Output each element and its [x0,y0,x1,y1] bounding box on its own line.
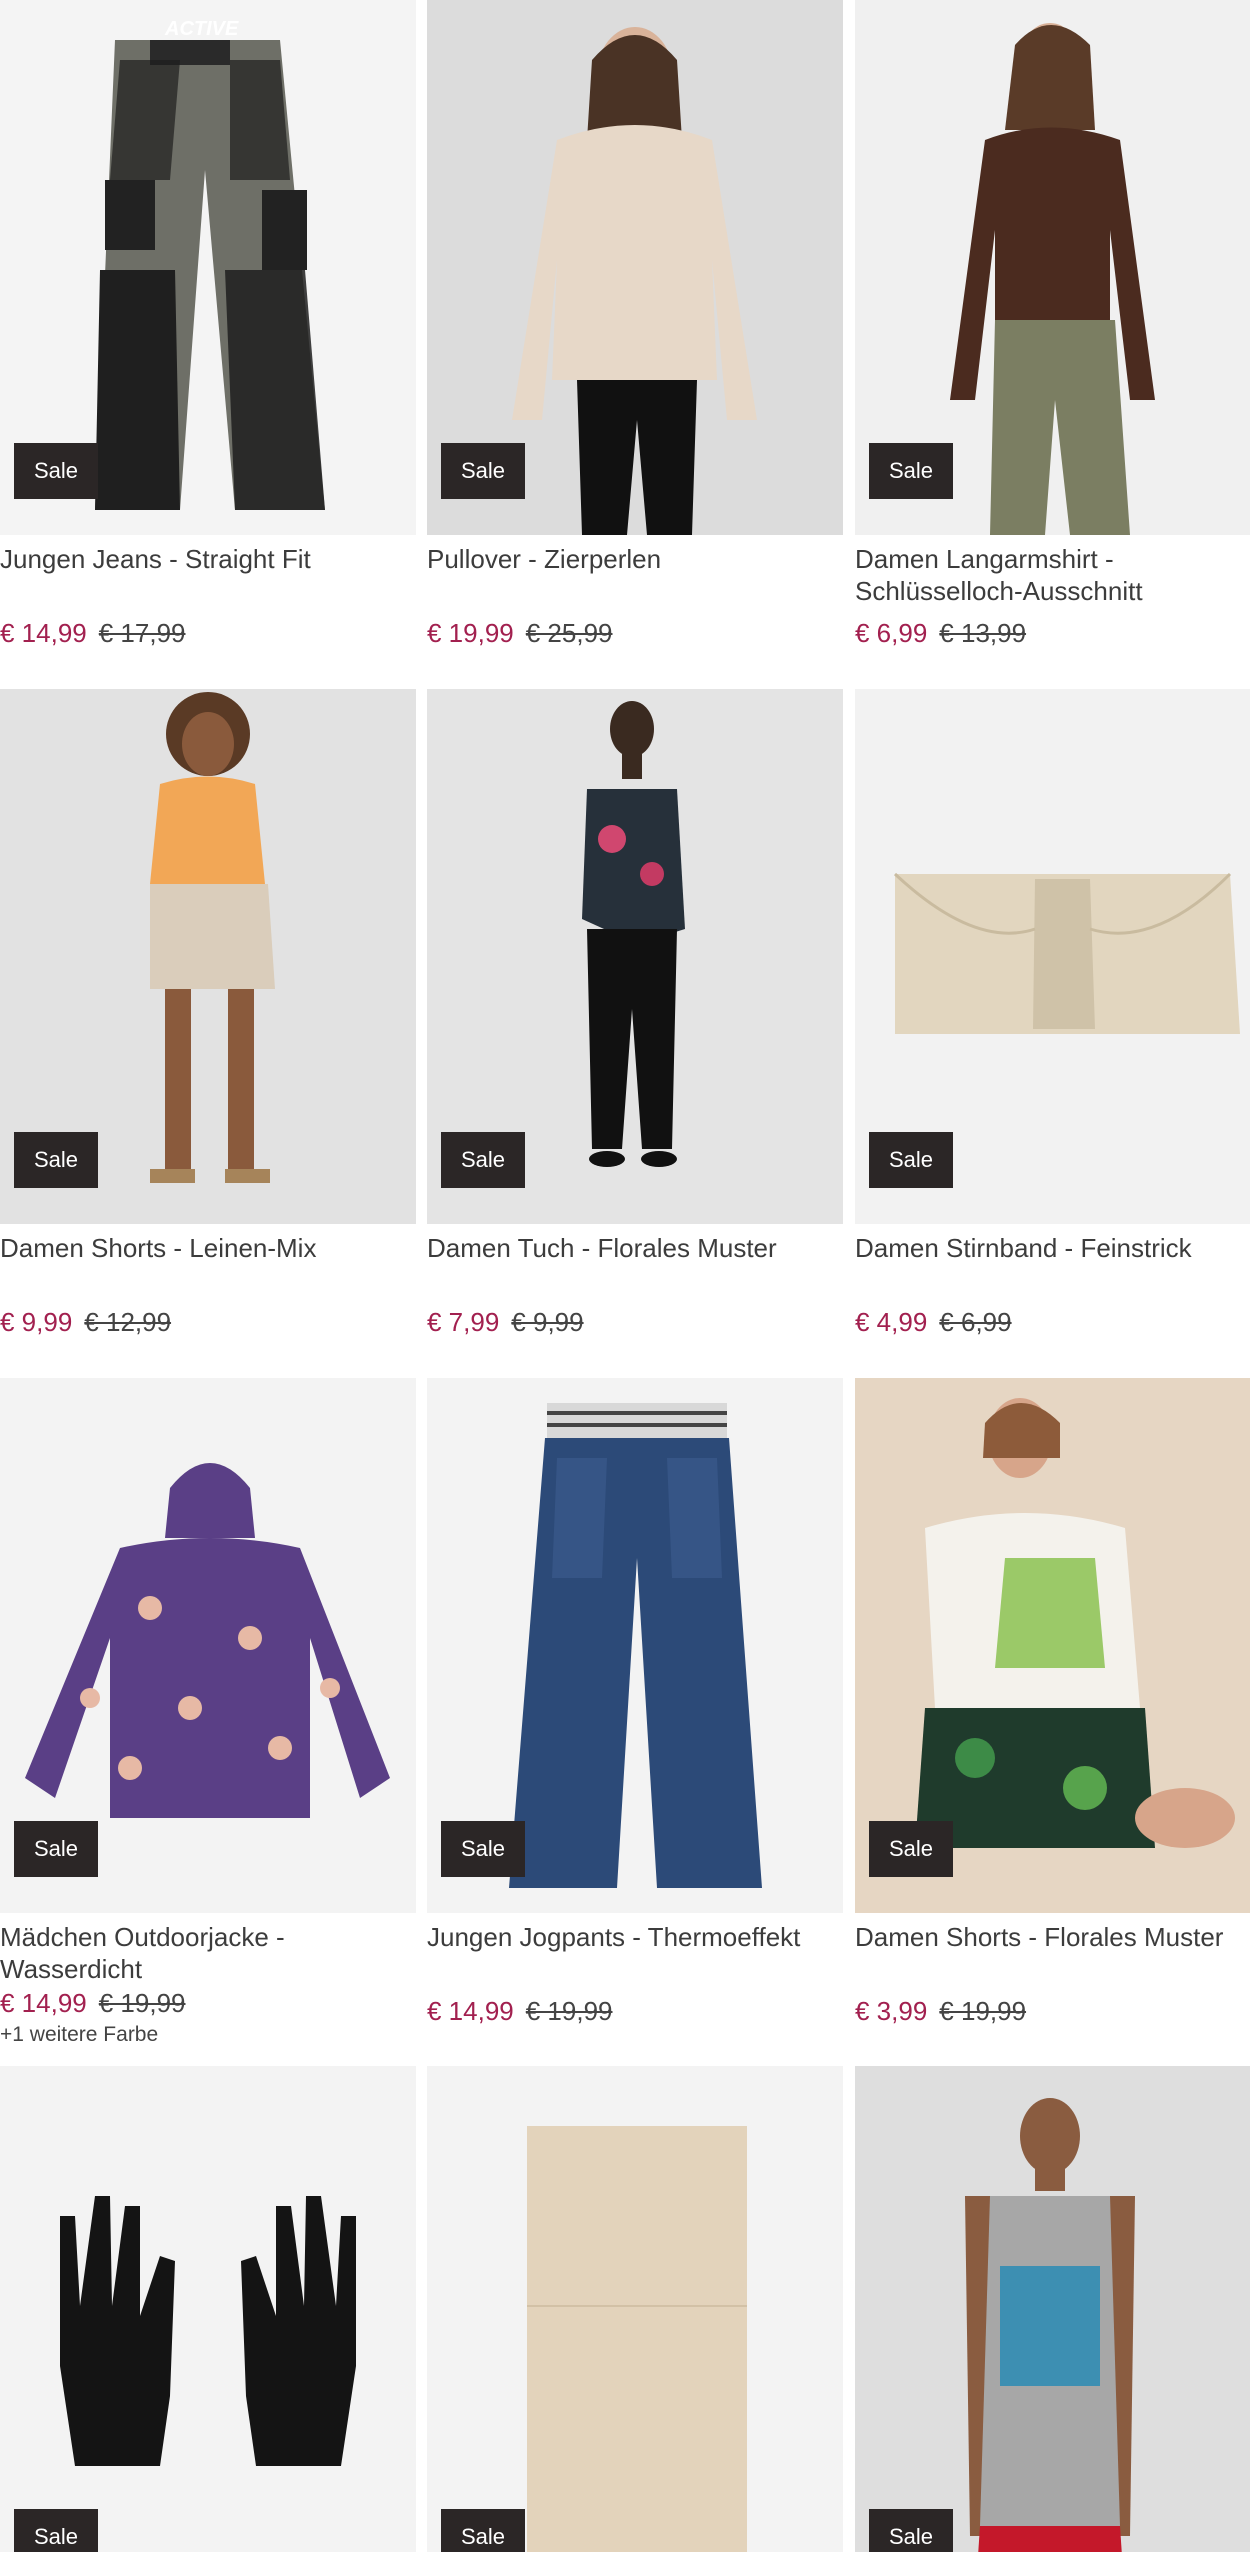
product-image[interactable]: Sale [855,2066,1250,2552]
sale-price: € 14,99 [427,1996,514,2026]
gloves-image [0,2066,416,2552]
more-colors-link[interactable]: +1 weitere Farbe [0,2023,416,2047]
sale-badge: Sale [441,1132,526,1188]
product-title[interactable]: Pullover - Zierperlen [427,543,843,607]
sale-badge: Sale [14,1132,99,1188]
sale-price: € 9,99 [0,1307,73,1337]
product-image[interactable]: Sale [0,2066,416,2552]
product-card[interactable]: ACTIVE Sale Jungen Jeans - Straight Fit … [0,0,416,649]
sale-price: € 19,99 [427,618,514,648]
price-row: € 14,99 € 19,99 [0,1987,416,2019]
product-image[interactable]: Sale [0,1378,416,1913]
product-image[interactable]: Sale [855,1378,1250,1913]
sale-badge: Sale [441,443,526,499]
sale-price: € 7,99 [427,1307,500,1337]
product-title[interactable]: Jungen Jeans - Straight Fit [0,543,416,607]
product-image[interactable]: Sale [427,1378,843,1913]
product-title[interactable]: Damen Shorts - Leinen-Mix [0,1232,416,1296]
product-card[interactable]: Sale Damen Shorts - Leinen-Mix € 9,99 € 1… [0,689,416,1338]
price-row: € 3,99 € 19,99 [855,1995,1250,2027]
original-price: € 19,99 [98,1988,186,2018]
original-price: € 13,99 [939,618,1027,648]
sale-badge: Sale [14,2509,99,2552]
product-card[interactable]: Sale Jungen Jogpants - Thermoeffekt € 14… [427,1378,843,2027]
product-image[interactable]: Sale [855,0,1250,535]
sale-badge: Sale [14,1821,99,1877]
product-card[interactable]: Sale [0,2066,416,2552]
price-row: € 14,99 € 17,99 [0,617,416,649]
sale-badge: Sale [14,443,99,499]
price-row: € 4,99 € 6,99 [855,1306,1250,1338]
sale-price: € 3,99 [855,1996,928,2026]
product-title[interactable]: Damen Stirnband - Feinstrick [855,1232,1250,1296]
product-card[interactable]: Sale [427,2066,843,2552]
sale-price: € 4,99 [855,1307,928,1337]
sale-badge: Sale [869,2509,954,2552]
product-card[interactable]: Sale Damen Langarmshirt - Schlüsselloch-… [855,0,1250,649]
original-price: € 9,99 [511,1307,584,1337]
product-title[interactable]: Mädchen Outdoorjacke - Wasserdicht [0,1921,416,1985]
sale-badge: Sale [869,1132,954,1188]
product-image[interactable]: Sale [855,689,1250,1224]
product-image[interactable]: Sale [0,689,416,1224]
image-brand-text: ACTIVE [165,18,239,40]
product-card[interactable]: Sale Damen Tuch - Florales Muster € 7,99… [427,689,843,1338]
beige-scarf-image [427,2066,843,2552]
original-price: € 19,99 [525,1996,613,2026]
original-price: € 25,99 [525,618,613,648]
product-image[interactable]: Sale [427,689,843,1224]
original-price: € 19,99 [939,1996,1027,2026]
sale-badge: Sale [869,443,954,499]
original-price: € 6,99 [939,1307,1012,1337]
original-price: € 12,99 [84,1307,172,1337]
product-card[interactable]: Sale [855,2066,1250,2552]
tanktop-model-image [855,2066,1250,2552]
product-image[interactable]: Sale [427,2066,843,2552]
product-title[interactable]: Damen Shorts - Florales Muster [855,1921,1250,1985]
product-title[interactable]: Damen Langarmshirt - Schlüsselloch-Aussc… [855,543,1250,607]
sale-price: € 6,99 [855,618,928,648]
product-title[interactable]: Damen Tuch - Florales Muster [427,1232,843,1296]
product-image[interactable]: ACTIVE Sale [0,0,416,535]
sale-price: € 14,99 [0,618,87,648]
product-card[interactable]: Sale Mädchen Outdoorjacke - Wasserdicht … [0,1378,416,2047]
product-card[interactable]: Sale Pullover - Zierperlen € 19,99 € 25,9… [427,0,843,649]
product-card[interactable]: Sale Damen Stirnband - Feinstrick € 4,99… [855,689,1250,1338]
original-price: € 17,99 [98,618,186,648]
sale-badge: Sale [441,1821,526,1877]
sale-badge: Sale [441,2509,526,2552]
product-title[interactable]: Jungen Jogpants - Thermoeffekt [427,1921,843,1985]
sale-price: € 14,99 [0,1988,87,2018]
product-grid: ACTIVE Sale Jungen Jeans - Straight Fit … [0,0,1250,2552]
product-card[interactable]: Sale Damen Shorts - Florales Muster € 3,… [855,1378,1250,2027]
price-row: € 19,99 € 25,99 [427,617,843,649]
price-row: € 6,99 € 13,99 [855,617,1250,649]
price-row: € 7,99 € 9,99 [427,1306,843,1338]
sale-badge: Sale [869,1821,954,1877]
product-image[interactable]: Sale [427,0,843,535]
price-row: € 14,99 € 19,99 [427,1995,843,2027]
price-row: € 9,99 € 12,99 [0,1306,416,1338]
